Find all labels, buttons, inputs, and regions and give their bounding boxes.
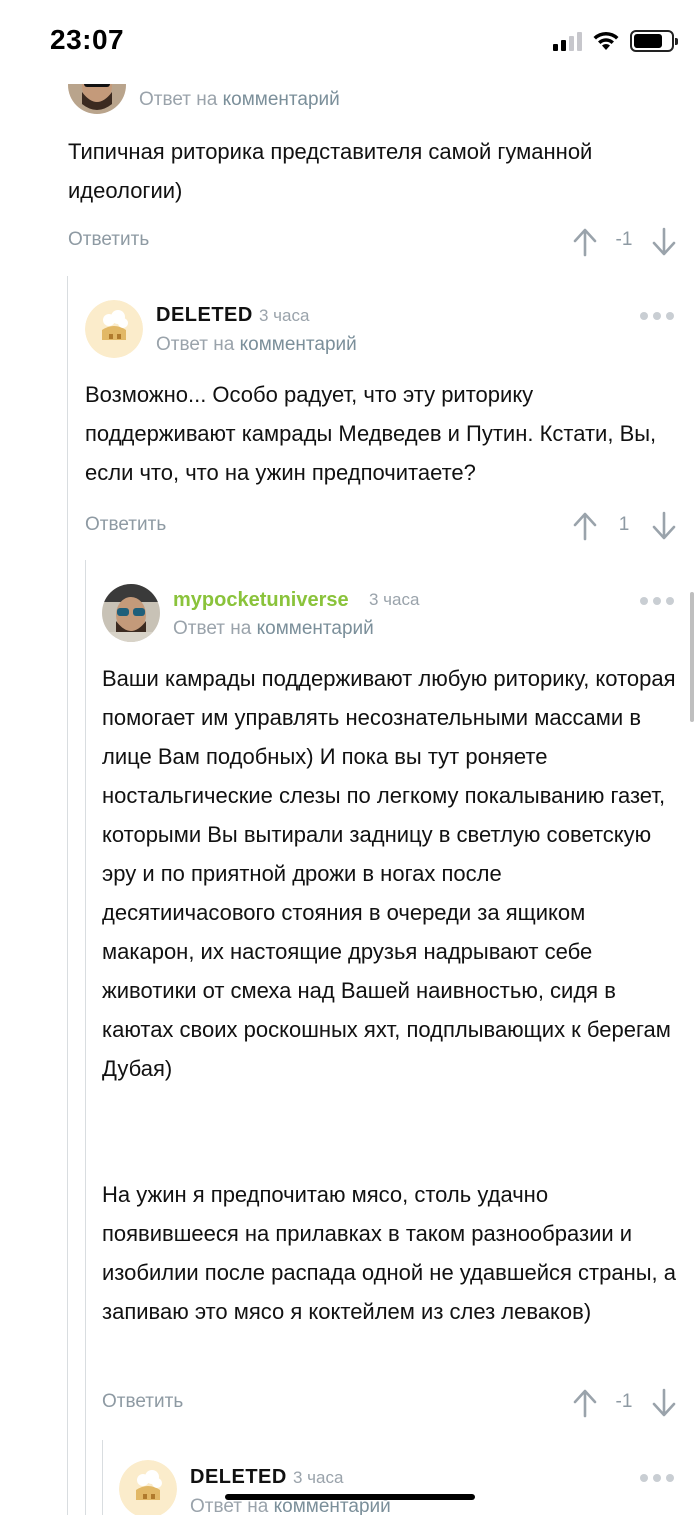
comment-time: 3 часа: [293, 1468, 344, 1487]
status-icons: [553, 30, 678, 52]
more-dots-icon[interactable]: [640, 1474, 674, 1482]
avatar[interactable]: [119, 1460, 177, 1515]
battery-icon: [630, 30, 678, 52]
cellular-signal-icon: [553, 31, 582, 51]
comment-4: DELETED 3 часа Ответ на комментарий: [0, 0, 700, 1515]
scrollbar[interactable]: [690, 592, 694, 722]
status-time: 23:07: [50, 24, 125, 55]
status-bar: 23:07: [0, 0, 700, 84]
wifi-icon: [593, 31, 619, 50]
home-indicator[interactable]: [225, 1494, 475, 1500]
author-name[interactable]: DELETED: [190, 1466, 287, 1489]
